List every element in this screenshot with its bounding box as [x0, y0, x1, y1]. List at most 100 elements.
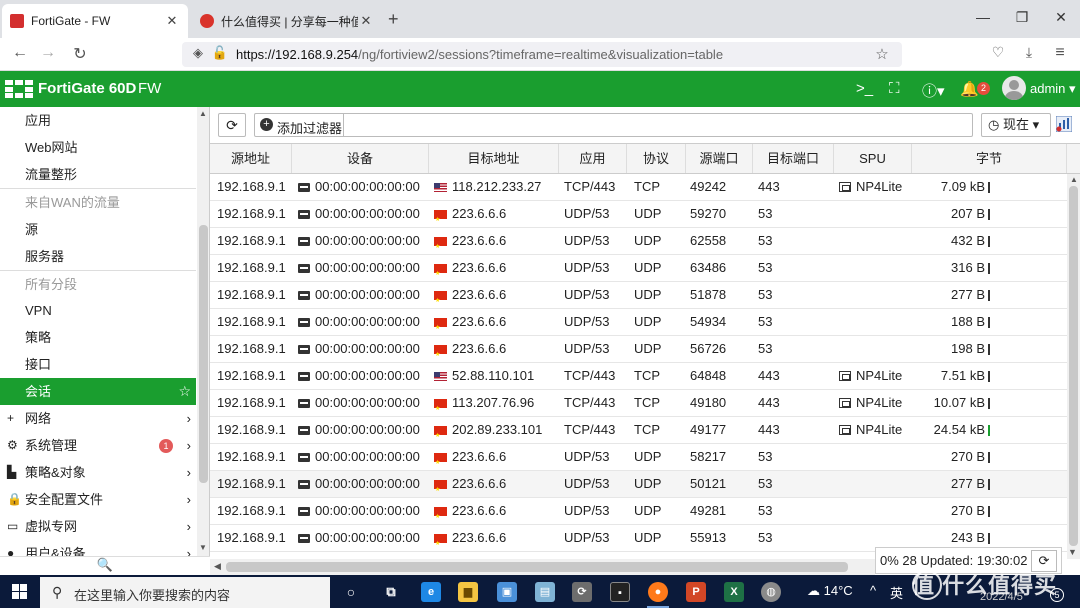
sidebar-item-sources[interactable]: 源	[0, 216, 196, 243]
user-menu[interactable]: admin ▾	[1030, 81, 1076, 97]
col-header-destination[interactable]: 目标地址	[429, 144, 559, 173]
table-row[interactable]: 192.168.9.1 00:00:00:00:00:00 223.6.6.6 UDP…	[210, 282, 1067, 309]
powerpoint-icon[interactable]: P	[686, 582, 706, 602]
notification-bell-icon[interactable]: 🔔	[960, 80, 979, 98]
close-tab-icon[interactable]: ✕	[358, 13, 374, 29]
table-row[interactable]: 192.168.9.1 00:00:00:00:00:00 223.6.6.6 UDP…	[210, 228, 1067, 255]
avatar[interactable]	[1002, 76, 1026, 100]
table-horizontal-scrollbar[interactable]: ◀	[210, 559, 875, 575]
sidebar-item-servers[interactable]: 服务器	[0, 243, 196, 270]
cli-console-icon[interactable]: >_	[856, 80, 873, 97]
sidebar-item-interfaces[interactable]: 接口	[0, 351, 196, 378]
sidebar-search-button[interactable]: 🔍	[0, 556, 210, 575]
table-row[interactable]: 192.168.9.1 00:00:00:00:00:00 223.6.6.6 UDP…	[210, 471, 1067, 498]
bar-chart-icon[interactable]	[1056, 116, 1072, 132]
table-row[interactable]: 192.168.9.1 00:00:00:00:00:00 223.6.6.6 UDP…	[210, 255, 1067, 282]
app-icon-monitor[interactable]: ▣	[497, 582, 517, 602]
forward-icon[interactable]: →	[38, 44, 58, 62]
pocket-icon[interactable]: ♡	[988, 44, 1008, 61]
notification-count[interactable]: 5	[1050, 588, 1064, 602]
scroll-down-icon[interactable]: ▼	[1068, 547, 1077, 557]
cell-bytes: 10.07 kB	[912, 390, 1067, 416]
col-header-spu[interactable]: SPU	[834, 144, 912, 173]
scroll-left-icon[interactable]: ◀	[214, 561, 221, 572]
tray-expand-icon[interactable]: ^	[870, 583, 876, 598]
tracking-shield-icon[interactable]: ◈	[188, 45, 208, 61]
new-tab-button[interactable]: +	[388, 9, 399, 30]
table-row[interactable]: 192.168.9.1 00:00:00:00:00:00 223.6.6.6 UDP…	[210, 444, 1067, 471]
table-row[interactable]: 192.168.9.1 00:00:00:00:00:00 223.6.6.6 UDP…	[210, 309, 1067, 336]
scroll-up-icon[interactable]: ▲	[199, 109, 207, 118]
minimize-icon[interactable]: —	[973, 9, 993, 25]
scroll-thumb[interactable]	[199, 225, 208, 483]
cell-proto: TCP	[634, 390, 686, 416]
cell-spu: NP4Lite	[839, 390, 912, 416]
chevron-right-icon: ›	[186, 438, 191, 453]
timeframe-dropdown[interactable]: ◷ 现在 ▾	[981, 113, 1051, 137]
file-explorer-icon[interactable]: ▆	[458, 582, 478, 602]
col-header-protocol[interactable]: 协议	[627, 144, 686, 173]
app-icon-notes[interactable]: ▤	[535, 582, 555, 602]
sidebar-scrollbar[interactable]: ▲ ▼	[197, 107, 209, 575]
table-vertical-scrollbar[interactable]: ▲	[1067, 174, 1080, 559]
excel-icon[interactable]: X	[724, 582, 744, 602]
scroll-down-icon[interactable]: ▼	[199, 543, 207, 552]
table-row[interactable]: 192.168.9.1 00:00:00:00:00:00 52.88.110.10…	[210, 363, 1067, 390]
sidebar-item-vpn-group[interactable]: ▭ 虚拟专网 ›	[0, 513, 196, 540]
taskbar-search-input[interactable]: ⚲ 在这里输入你要搜索的内容	[40, 577, 330, 608]
terminal-icon[interactable]: ▪	[610, 582, 630, 602]
browser-tab-smzdm[interactable]: 什么值得买 | 分享每一种值 ✕	[192, 4, 382, 38]
reload-icon[interactable]: ↻	[70, 44, 90, 64]
scroll-thumb[interactable]	[1069, 186, 1078, 546]
col-header-application[interactable]: 应用	[559, 144, 627, 173]
browser-tab-fortigate[interactable]: FortiGate - FW ✕	[2, 4, 188, 38]
table-row[interactable]: 192.168.9.1 00:00:00:00:00:00 223.6.6.6 UDP…	[210, 201, 1067, 228]
col-header-bytes[interactable]: 字节	[912, 144, 1067, 173]
windows-start-icon[interactable]	[12, 584, 28, 600]
url-bar[interactable]: ◈ 🔓 https://192.168.9.254/ng/fortiview2/…	[182, 42, 902, 67]
menu-icon[interactable]: ≡	[1050, 44, 1070, 62]
favorite-star-icon[interactable]: ☆	[178, 378, 191, 405]
close-window-icon[interactable]: ✕	[1051, 9, 1071, 26]
sidebar-item-security-profiles[interactable]: 🔒 安全配置文件 ›	[0, 486, 196, 513]
table-row[interactable]: 192.168.9.1 00:00:00:00:00:00 223.6.6.6 UDP…	[210, 336, 1067, 363]
lock-warning-icon[interactable]: 🔓	[210, 45, 230, 61]
app-icon-network[interactable]: ⟳	[572, 582, 592, 602]
cortana-icon[interactable]: ○	[341, 582, 361, 602]
sidebar-item-vpn[interactable]: VPN	[0, 297, 196, 324]
table-row[interactable]: 192.168.9.1 00:00:00:00:00:00 223.6.6.6 UDP…	[210, 498, 1067, 525]
help-icon[interactable]: ⓘ▾	[922, 80, 945, 101]
firefox-icon[interactable]: ●	[648, 582, 668, 602]
app-icon-globe[interactable]: ◍	[761, 582, 781, 602]
restore-icon[interactable]: ❐	[1012, 9, 1032, 26]
ime-language[interactable]: 英	[890, 583, 903, 602]
sidebar-item-applications[interactable]: 应用	[0, 107, 196, 134]
col-header-source-port[interactable]: 源端口	[686, 144, 753, 173]
weather-widget[interactable]: ☁ 14°C	[807, 583, 853, 599]
sidebar-item-websites[interactable]: Web网站	[0, 134, 196, 161]
table-row[interactable]: 192.168.9.1 00:00:00:00:00:00 202.89.233.1…	[210, 417, 1067, 444]
sidebar-item-network[interactable]: + 网络 ›	[0, 405, 196, 432]
sidebar-item-policy-objects[interactable]: ▙ 策略&对象 ›	[0, 459, 196, 486]
filter-input[interactable]: + 添加过滤器	[254, 113, 973, 137]
table-row[interactable]: 192.168.9.1 00:00:00:00:00:00 118.212.233.…	[210, 174, 1067, 201]
fullscreen-icon[interactable]: ⛶	[889, 80, 900, 97]
col-header-device[interactable]: 设备	[292, 144, 429, 173]
scroll-thumb[interactable]	[226, 562, 848, 572]
refresh-button[interactable]: ⟳	[218, 113, 246, 137]
cell-text: 192.168.9.1	[217, 206, 286, 221]
sidebar-item-system[interactable]: ⚙ 系统管理 1 ›	[0, 432, 196, 459]
sidebar-item-traffic-shaping[interactable]: 流量整形	[0, 161, 196, 188]
scroll-up-icon[interactable]: ▲	[1070, 175, 1078, 184]
close-tab-icon[interactable]: ✕	[164, 13, 180, 29]
table-row[interactable]: 192.168.9.1 00:00:00:00:00:00 113.207.76.9…	[210, 390, 1067, 417]
task-view-icon[interactable]: ⧉	[381, 582, 401, 602]
sidebar-item-sessions[interactable]: 会话 ☆	[0, 378, 196, 405]
download-icon[interactable]: ⤓	[1019, 44, 1039, 61]
col-header-dest-port[interactable]: 目标端口	[753, 144, 834, 173]
col-header-source[interactable]: 源地址	[210, 144, 292, 173]
bookmark-star-icon[interactable]: ☆	[872, 45, 892, 63]
edge-icon[interactable]: e	[421, 582, 441, 602]
back-icon[interactable]: ←	[10, 44, 30, 62]
sidebar-item-policies[interactable]: 策略	[0, 324, 196, 351]
